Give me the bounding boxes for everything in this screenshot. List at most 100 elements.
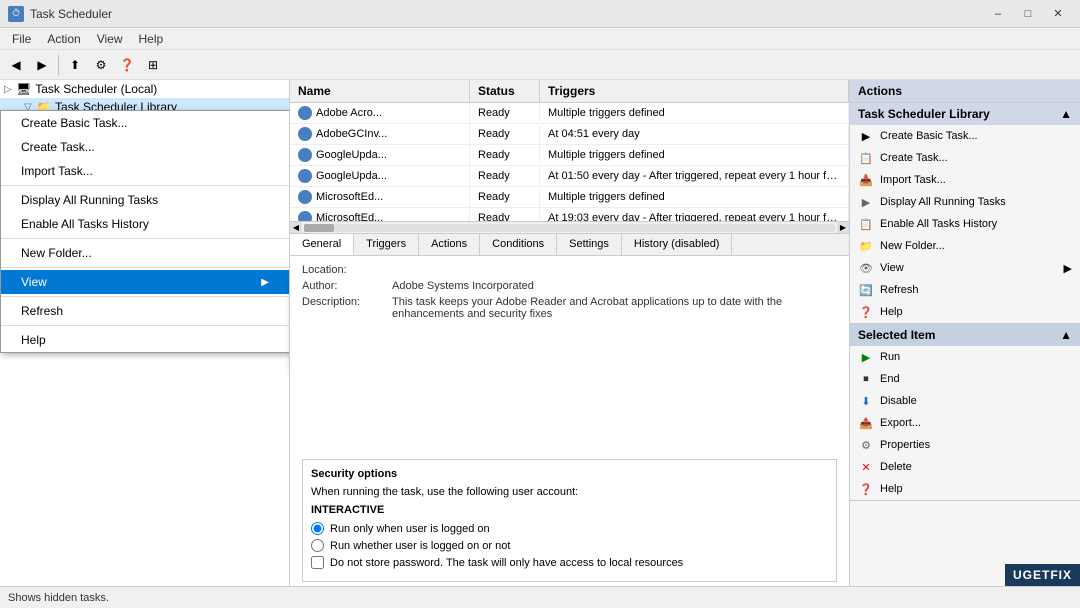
right-view[interactable]: 👁 View ▶ [850,257,1080,279]
right-delete[interactable]: ✕ Delete [850,456,1080,478]
right-import-task[interactable]: 📥 Import Task... [850,169,1080,191]
right-create-task[interactable]: 📋 Create Task... [850,147,1080,169]
horizontal-scrollbar[interactable]: ◀ ▶ [290,221,849,233]
scroll-thumb[interactable] [304,224,334,232]
scroll-left-btn[interactable]: ◀ [290,222,302,234]
tab-history[interactable]: History (disabled) [622,234,733,255]
right-import-task-label: Import Task... [880,174,946,186]
ctx-display-running[interactable]: Display All Running Tasks [1,188,289,212]
table-row[interactable]: MicrosoftEd... Ready At 19:03 every day … [290,208,849,221]
ctx-view[interactable]: View ▶ [1,270,289,294]
right-run-label: Run [880,351,900,363]
ctx-separator-3 [1,267,289,268]
col-header-status[interactable]: Status [470,80,540,102]
col-header-triggers[interactable]: Triggers [540,80,849,102]
table-row[interactable]: AdobeGCInv... Ready At 04:51 every day [290,124,849,145]
right-help2[interactable]: ❓ Help [850,478,1080,500]
author-value: Adobe Systems Incorporated [392,280,837,292]
ctx-enable-history[interactable]: Enable All Tasks History [1,212,289,236]
right-end[interactable]: ⏹ End [850,368,1080,390]
actions-header[interactable]: Actions [850,80,1080,102]
back-button[interactable]: ◀ [4,53,28,77]
detail-tabs: General Triggers Actions Conditions Sett… [290,233,849,255]
radio-logged-on[interactable] [311,522,324,535]
table-row[interactable]: MicrosoftEd... Ready Multiple triggers d… [290,187,849,208]
scroll-right-btn[interactable]: ▶ [837,222,849,234]
right-enable-history-label: Enable All Tasks History [880,218,997,230]
col-header-name[interactable]: Name [290,80,470,102]
task-triggers-3: At 01:50 every day - After triggered, re… [540,167,849,185]
ctx-create-task[interactable]: Create Task... [1,135,289,159]
checkbox-no-store[interactable] [311,556,324,569]
tree-root[interactable]: ▷ 🖥 Task Scheduler (Local) [0,80,289,98]
right-display-running-label: Display All Running Tasks [880,196,1006,208]
right-enable-history[interactable]: 📋 Enable All Tasks History [850,213,1080,235]
tab-general[interactable]: General [290,234,354,255]
minimize-button[interactable]: – [984,4,1012,24]
right-export[interactable]: 📤 Export... [850,412,1080,434]
left-pane: ▷ 🖥 Task Scheduler (Local) ▽ 📁 Task Sche… [0,80,290,586]
up-button[interactable]: ⬆ [63,53,87,77]
author-label: Author: [302,280,392,292]
selected-item-header[interactable]: Selected Item ▲ [850,324,1080,346]
right-disable[interactable]: ⬇ Disable [850,390,1080,412]
table-row[interactable]: GoogleUpda... Ready At 01:50 every day -… [290,166,849,187]
tab-actions[interactable]: Actions [419,234,480,255]
new-folder-icon: 📁 [858,238,874,254]
ctx-import-task[interactable]: Import Task... [1,159,289,183]
security-section: Security options When running the task, … [302,459,837,582]
tab-conditions[interactable]: Conditions [480,234,557,255]
run-icon: ▶ [858,349,874,365]
right-properties[interactable]: ⚙ Properties [850,434,1080,456]
right-refresh[interactable]: 🔄 Refresh [850,279,1080,301]
disable-icon: ⬇ [858,393,874,409]
scroll-track[interactable] [304,224,835,232]
right-new-folder[interactable]: 📁 New Folder... [850,235,1080,257]
tab-settings[interactable]: Settings [557,234,622,255]
forward-button[interactable]: ▶ [30,53,54,77]
maximize-button[interactable]: □ [1014,4,1042,24]
description-label: Description: [302,296,392,320]
menu-view[interactable]: View [89,30,131,48]
task-triggers-2: Multiple triggers defined [540,146,849,164]
task-scheduler-library-header[interactable]: Task Scheduler Library ▲ [850,103,1080,125]
tab-triggers[interactable]: Triggers [354,234,419,255]
ctx-create-basic[interactable]: Create Basic Task... [1,111,289,135]
menu-action[interactable]: Action [39,30,88,48]
close-button[interactable]: ✕ [1044,4,1072,24]
delete-icon: ✕ [858,459,874,475]
right-help2-label: Help [880,483,903,495]
help-button[interactable]: ❓ [115,53,139,77]
status-bar: Shows hidden tasks. [0,586,1080,608]
task-triggers-4: Multiple triggers defined [540,188,849,206]
table-row[interactable]: Adobe Acro... Ready Multiple triggers de… [290,103,849,124]
menu-bar: File Action View Help [0,28,1080,50]
display-running-icon: ▶ [858,194,874,210]
task-name-5: MicrosoftEd... [290,208,470,221]
window-controls: – □ ✕ [984,4,1072,24]
right-refresh-label: Refresh [880,284,919,296]
right-help[interactable]: ❓ Help [850,301,1080,323]
right-create-basic[interactable]: ▶ Create Basic Task... [850,125,1080,147]
right-create-task-label: Create Task... [880,152,948,164]
ctx-help[interactable]: Help [1,328,289,352]
table-row[interactable]: GoogleUpda... Ready Multiple triggers de… [290,145,849,166]
ctx-separator-5 [1,325,289,326]
menu-file[interactable]: File [4,30,39,48]
detail-location-row: Location: [302,264,837,276]
task-status-1: Ready [470,125,540,143]
import-task-icon: 📥 [858,172,874,188]
right-pane: Actions Task Scheduler Library ▲ ▶ Creat… [850,80,1080,586]
settings-button[interactable]: ⚙ [89,53,113,77]
menu-help[interactable]: Help [131,30,172,48]
right-run[interactable]: ▶ Run [850,346,1080,368]
ctx-new-folder[interactable]: New Folder... [1,241,289,265]
grid-button[interactable]: ⊞ [141,53,165,77]
ctx-refresh[interactable]: Refresh [1,299,289,323]
radio-whether[interactable] [311,539,324,552]
right-display-running[interactable]: ▶ Display All Running Tasks [850,191,1080,213]
right-end-label: End [880,373,900,385]
enable-history-icon: 📋 [858,216,874,232]
security-user-account: INTERACTIVE [311,504,828,516]
task-list: Adobe Acro... Ready Multiple triggers de… [290,103,849,221]
